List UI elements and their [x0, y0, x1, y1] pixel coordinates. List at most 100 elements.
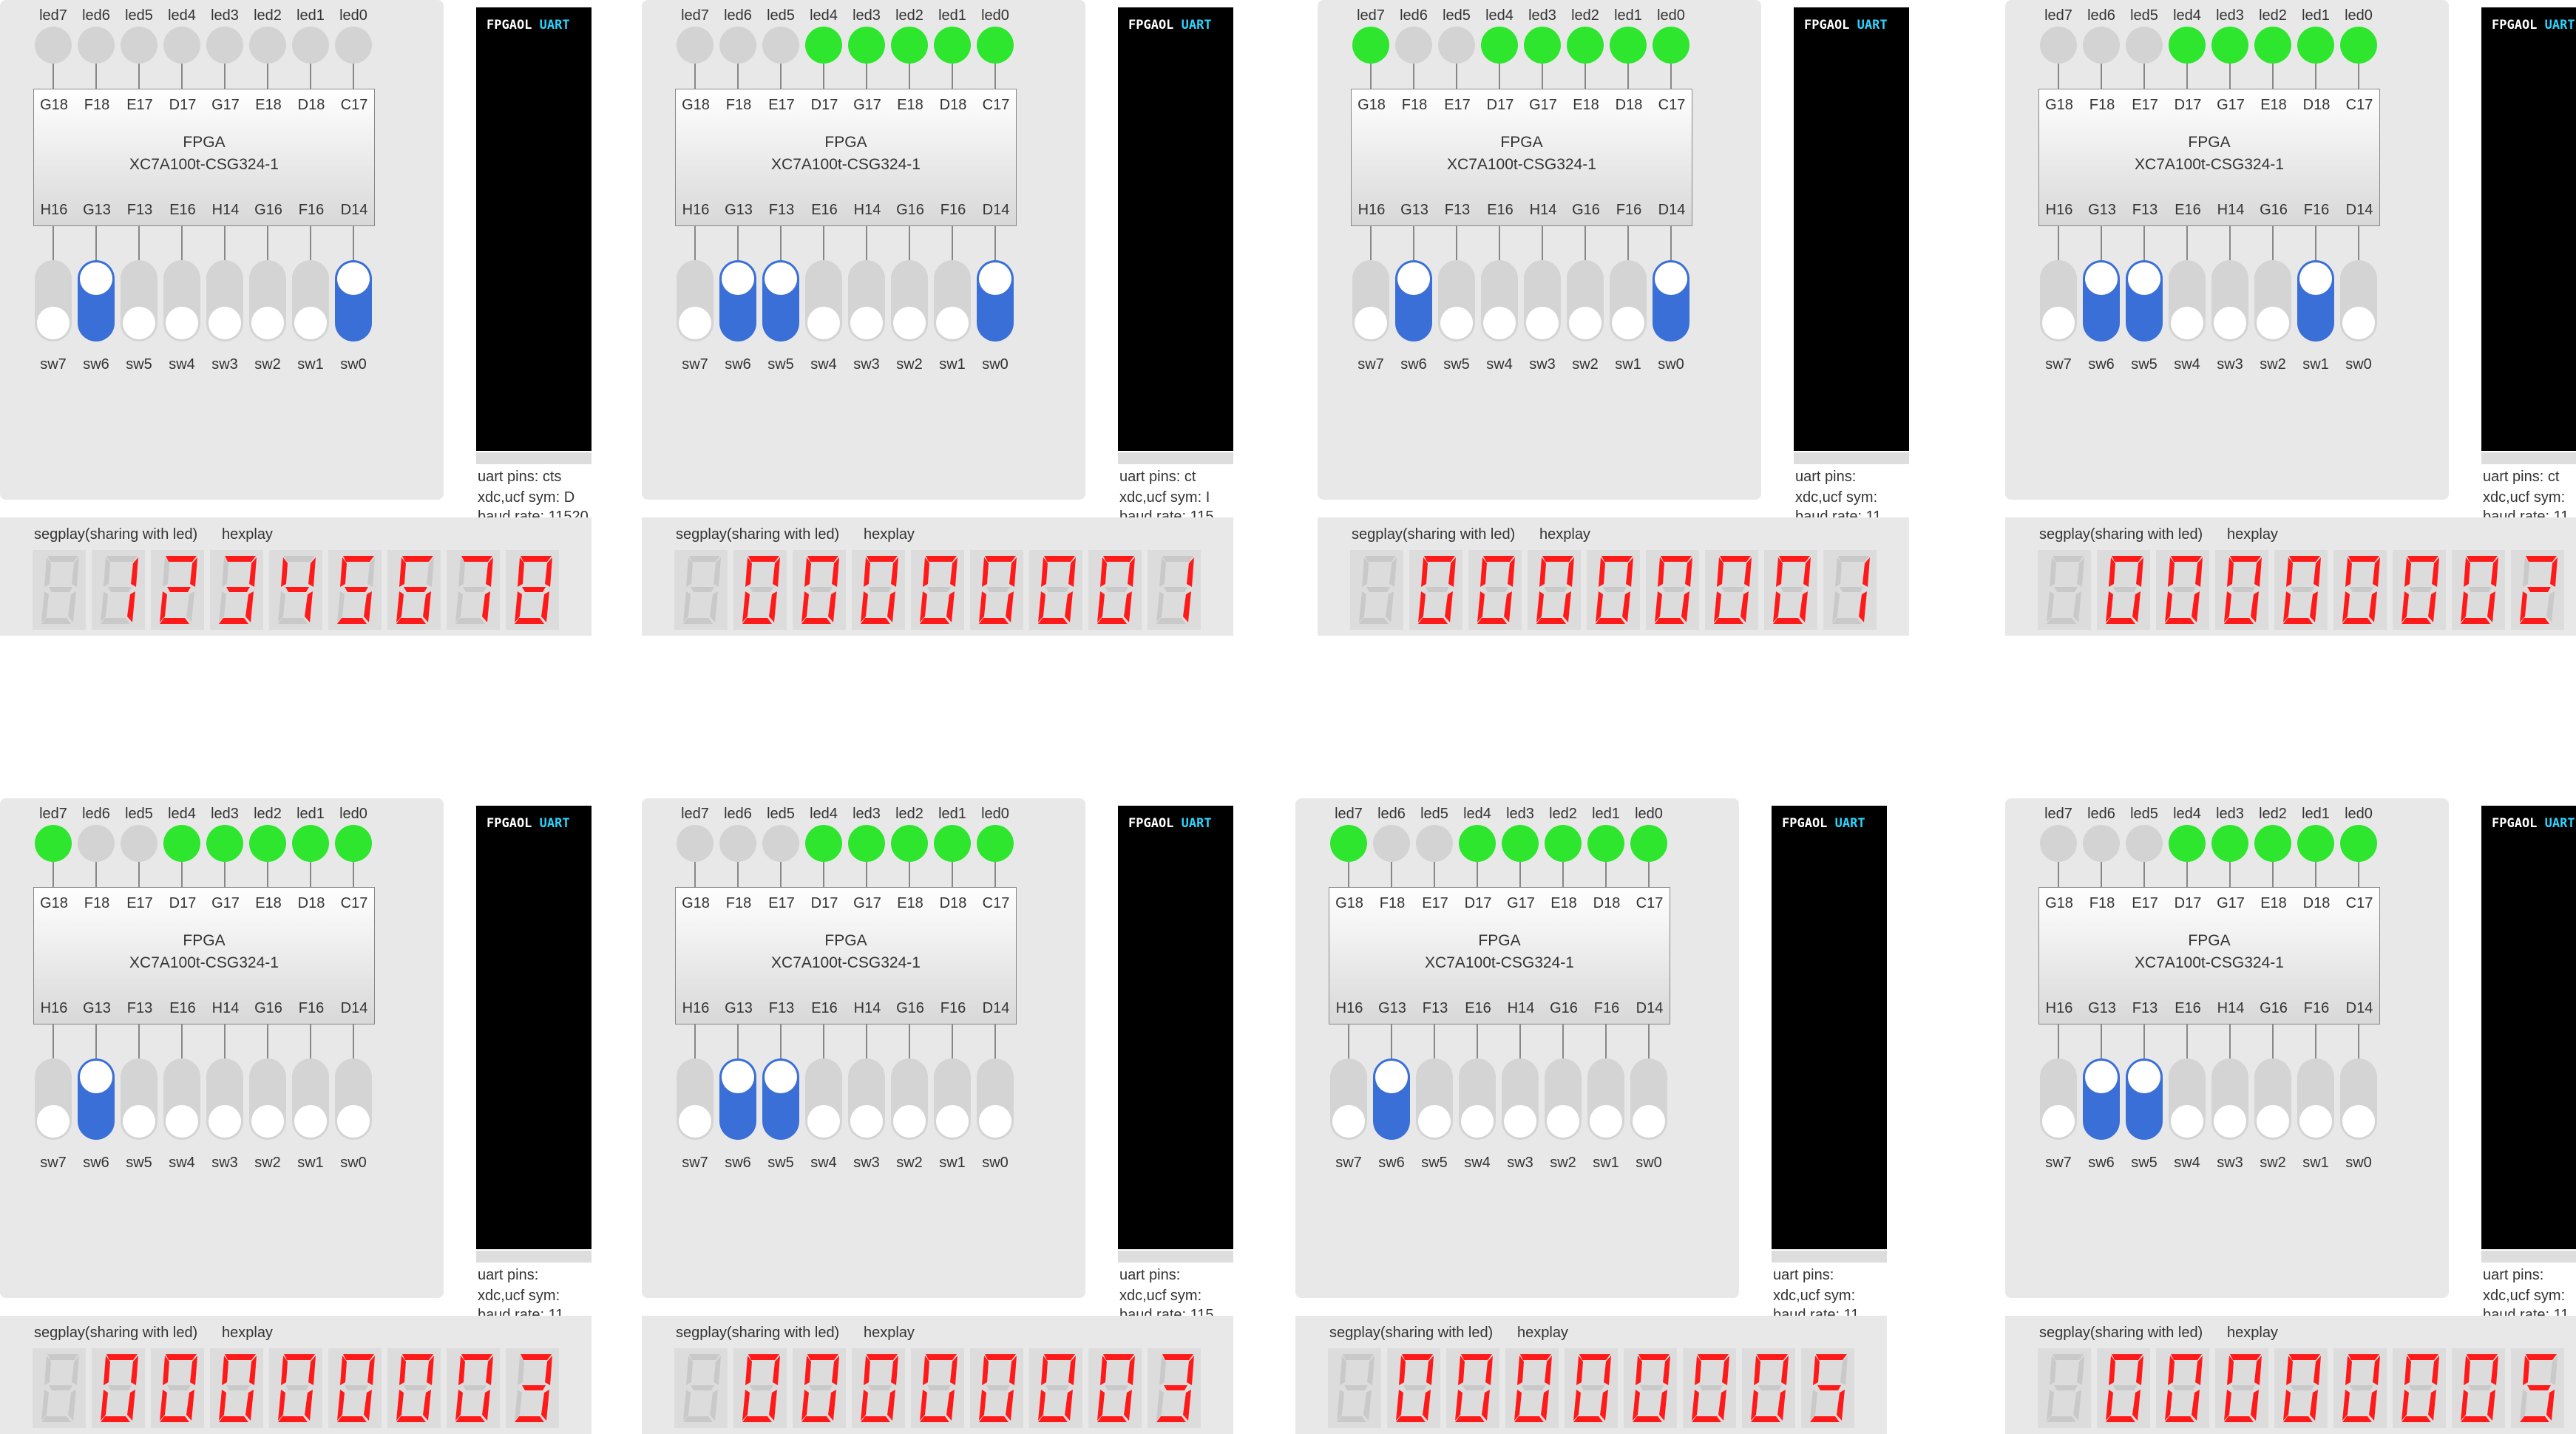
switch-5[interactable] [2254, 260, 2291, 341]
switch-knob[interactable] [679, 1105, 711, 1138]
uart-terminal[interactable]: FPGAOL UART [476, 806, 592, 1249]
switch-knob[interactable] [166, 1105, 198, 1138]
switch-4[interactable] [2211, 1058, 2248, 1140]
switch-2[interactable] [2126, 1058, 2163, 1140]
switch-knob[interactable] [1504, 1105, 1536, 1138]
switch-3[interactable] [805, 260, 842, 341]
switch-0[interactable] [677, 260, 714, 341]
switch-0[interactable] [2040, 260, 2077, 341]
switch-5[interactable] [249, 260, 286, 341]
switch-5[interactable] [1567, 260, 1604, 341]
terminal-scrollbar[interactable] [1794, 452, 1909, 464]
switch-knob[interactable] [2042, 1105, 2075, 1138]
switch-knob[interactable] [979, 1105, 1011, 1138]
switch-1[interactable] [2083, 1058, 2120, 1140]
switch-knob[interactable] [679, 307, 711, 339]
switch-knob[interactable] [2128, 262, 2160, 295]
switch-knob[interactable] [936, 307, 969, 339]
switch-knob[interactable] [2085, 1061, 2118, 1093]
switch-knob[interactable] [722, 262, 754, 295]
segplay-label[interactable]: segplay(sharing with led) [1352, 526, 1515, 543]
switch-7[interactable] [335, 1058, 372, 1140]
switch-knob[interactable] [2299, 262, 2332, 295]
switch-2[interactable] [762, 1058, 799, 1140]
switch-knob[interactable] [2214, 1105, 2246, 1138]
hexplay-label[interactable]: hexplay [1539, 526, 1590, 543]
switch-5[interactable] [249, 1058, 286, 1140]
switch-knob[interactable] [2299, 1105, 2332, 1138]
switch-7[interactable] [977, 1058, 1014, 1140]
switch-2[interactable] [762, 260, 799, 341]
switch-knob[interactable] [1547, 1105, 1579, 1138]
switch-knob[interactable] [936, 1105, 969, 1138]
switch-3[interactable] [2169, 260, 2206, 341]
switch-3[interactable] [163, 260, 200, 341]
switch-knob[interactable] [209, 1105, 241, 1138]
hexplay-label[interactable]: hexplay [222, 526, 273, 543]
switch-3[interactable] [163, 1058, 200, 1140]
uart-terminal[interactable]: FPGAOL UART [2481, 7, 2576, 451]
switch-knob[interactable] [251, 307, 284, 339]
switch-6[interactable] [934, 1058, 971, 1140]
switch-knob[interactable] [294, 307, 327, 339]
uart-terminal[interactable]: FPGAOL UART [1118, 806, 1233, 1249]
switch-knob[interactable] [893, 307, 926, 339]
switch-knob[interactable] [2171, 1105, 2203, 1138]
segplay-label[interactable]: segplay(sharing with led) [34, 1325, 197, 1342]
switch-knob[interactable] [337, 262, 370, 295]
terminal-scrollbar[interactable] [1118, 452, 1233, 464]
switch-knob[interactable] [2342, 307, 2375, 339]
switch-knob[interactable] [2171, 307, 2203, 339]
switch-knob[interactable] [807, 1105, 840, 1138]
switch-7[interactable] [2340, 1058, 2377, 1140]
switch-6[interactable] [2297, 1058, 2334, 1140]
switch-4[interactable] [206, 1058, 243, 1140]
switch-7[interactable] [2340, 260, 2377, 341]
switch-0[interactable] [35, 1058, 72, 1140]
switch-knob[interactable] [1590, 1105, 1622, 1138]
switch-knob[interactable] [294, 1105, 327, 1138]
switch-1[interactable] [719, 260, 756, 341]
segplay-label[interactable]: segplay(sharing with led) [676, 526, 839, 543]
terminal-scrollbar[interactable] [1772, 1251, 1887, 1263]
uart-terminal[interactable]: FPGAOL UART [1772, 806, 1887, 1249]
switch-5[interactable] [891, 260, 928, 341]
hexplay-label[interactable]: hexplay [1517, 1325, 1568, 1342]
switch-0[interactable] [677, 1058, 714, 1140]
switch-1[interactable] [1373, 1058, 1410, 1140]
switch-3[interactable] [1481, 260, 1518, 341]
switch-2[interactable] [2126, 260, 2163, 341]
uart-terminal[interactable]: FPGAOL UART [476, 7, 592, 451]
switch-4[interactable] [848, 260, 885, 341]
terminal-scrollbar[interactable] [2481, 1251, 2576, 1263]
switch-knob[interactable] [1526, 307, 1559, 339]
switch-6[interactable] [1610, 260, 1647, 341]
switch-4[interactable] [1524, 260, 1561, 341]
switch-knob[interactable] [123, 1105, 155, 1138]
switch-knob[interactable] [893, 1105, 926, 1138]
switch-knob[interactable] [1569, 307, 1601, 339]
switch-knob[interactable] [1483, 307, 1516, 339]
switch-0[interactable] [35, 260, 72, 341]
switch-0[interactable] [1330, 1058, 1367, 1140]
switch-knob[interactable] [807, 307, 840, 339]
switch-knob[interactable] [37, 1105, 70, 1138]
switch-7[interactable] [1653, 260, 1689, 341]
switch-knob[interactable] [765, 262, 797, 295]
switch-knob[interactable] [850, 1105, 883, 1138]
switch-knob[interactable] [2257, 307, 2289, 339]
uart-terminal[interactable]: FPGAOL UART [1118, 7, 1233, 451]
switch-knob[interactable] [166, 307, 198, 339]
terminal-scrollbar[interactable] [1118, 1251, 1233, 1263]
hexplay-label[interactable]: hexplay [222, 1325, 273, 1342]
uart-terminal[interactable]: FPGAOL UART [1794, 7, 1909, 451]
switch-7[interactable] [335, 260, 372, 341]
hexplay-label[interactable]: hexplay [864, 1325, 915, 1342]
switch-6[interactable] [292, 1058, 329, 1140]
switch-knob[interactable] [979, 262, 1011, 295]
switch-knob[interactable] [2342, 1105, 2375, 1138]
switch-knob[interactable] [1397, 262, 1430, 295]
switch-knob[interactable] [1355, 307, 1387, 339]
switch-knob[interactable] [1655, 262, 1687, 295]
segplay-label[interactable]: segplay(sharing with led) [676, 1325, 839, 1342]
